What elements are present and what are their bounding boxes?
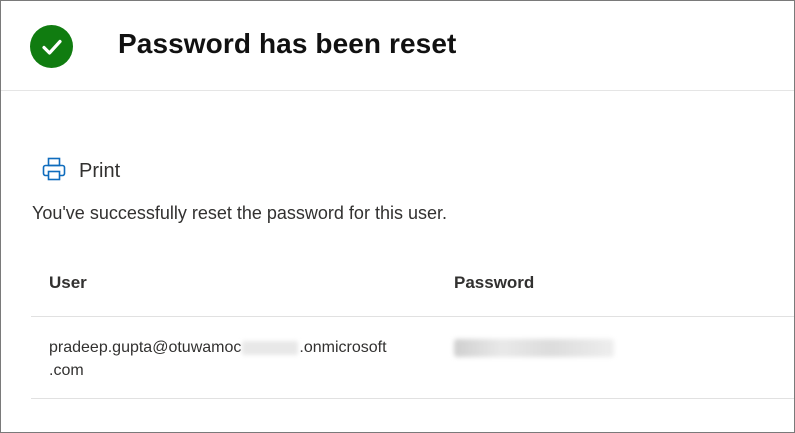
table-row: pradeep.gupta@otuwamoc●●●●●.onmicrosoft … xyxy=(31,317,794,399)
page-title: Password has been reset xyxy=(118,28,457,59)
redacted-password: ●●●●●●●●●●● xyxy=(454,339,614,357)
user-email-prefix: pradeep.gupta@otuwamoc xyxy=(49,339,242,356)
printer-icon xyxy=(41,156,67,187)
header-divider xyxy=(1,90,794,91)
user-cell: pradeep.gupta@otuwamoc●●●●●.onmicrosoft … xyxy=(49,336,434,382)
user-email-tld: .com xyxy=(49,362,84,379)
check-circle-icon xyxy=(30,25,73,68)
status-header xyxy=(30,25,73,68)
user-email-suffix: .onmicrosoft xyxy=(299,339,387,356)
table-header: User Password xyxy=(31,265,794,317)
column-header-user: User xyxy=(49,273,87,292)
column-header-password: Password xyxy=(454,273,535,292)
success-message: You've successfully reset the password f… xyxy=(32,203,447,223)
print-label: Print xyxy=(79,160,121,182)
print-button[interactable]: Print xyxy=(41,156,120,187)
redacted-domain: ●●●●● xyxy=(242,340,299,355)
password-reset-panel: Password has been reset Print You've suc… xyxy=(0,0,795,433)
